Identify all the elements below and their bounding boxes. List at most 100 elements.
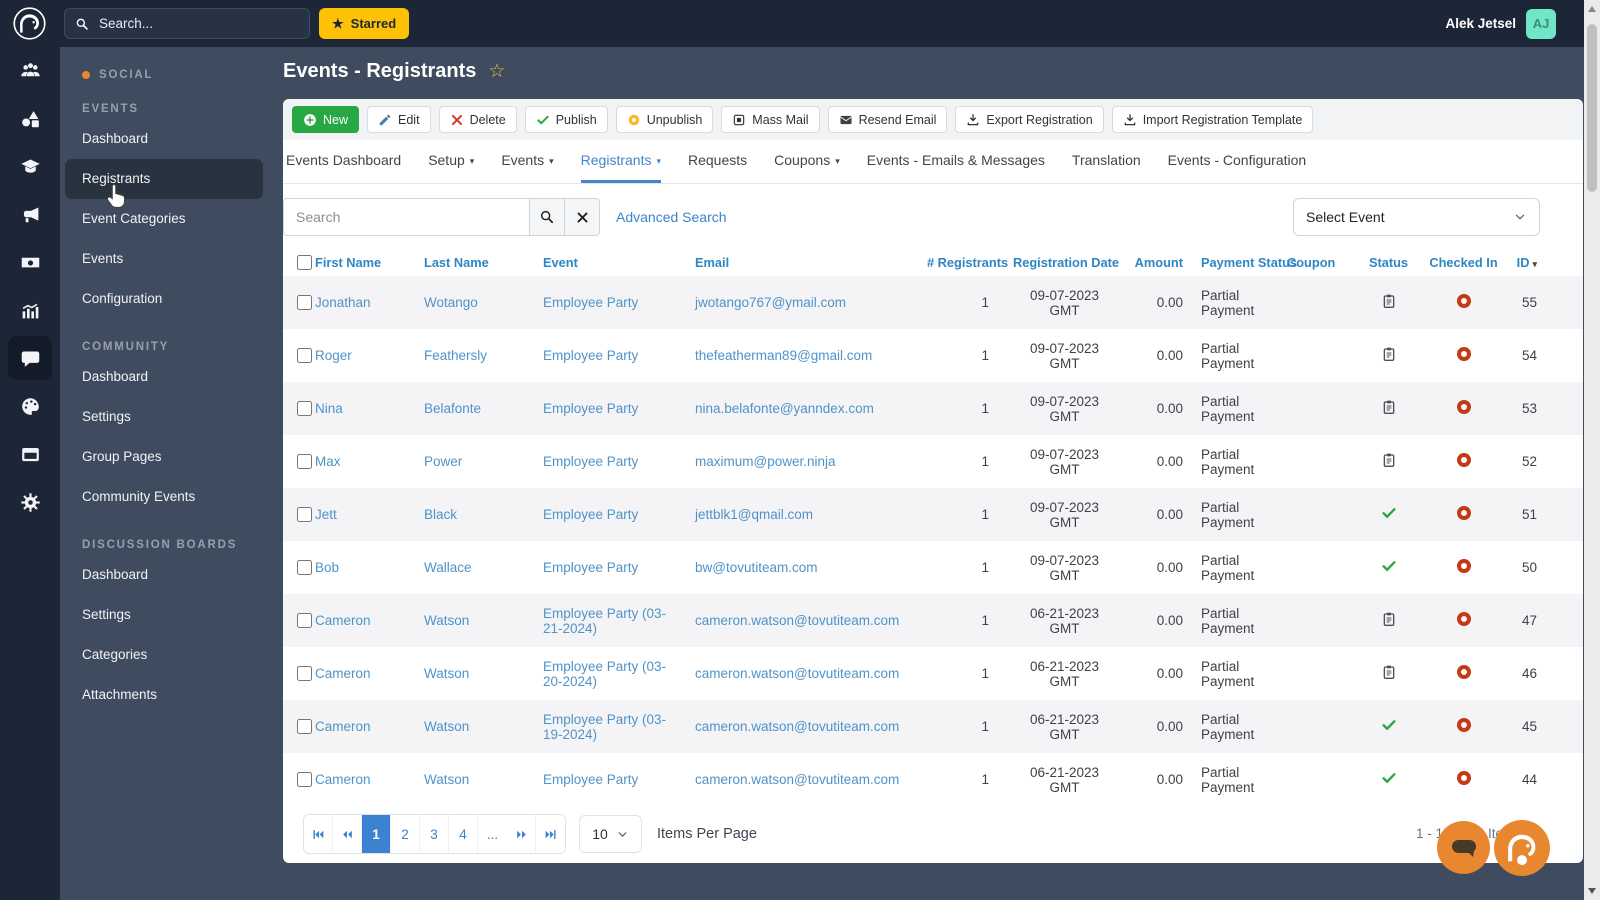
rail-users-icon[interactable] — [8, 48, 52, 92]
sidebar-item[interactable]: Attachments — [65, 675, 263, 715]
page-button[interactable]: 4 — [449, 815, 478, 853]
user-name[interactable]: Alek Jetsel — [1445, 16, 1516, 31]
sidebar-item[interactable]: Group Pages — [65, 437, 263, 477]
edit-button[interactable]: Edit — [367, 106, 431, 133]
rail-gear-icon[interactable] — [8, 480, 52, 524]
select-all-checkbox[interactable] — [297, 254, 312, 270]
rail-window-icon[interactable] — [8, 432, 52, 476]
tab-registrants[interactable]: Registrants ▾ — [580, 140, 661, 183]
tab-events-dashboard[interactable]: Events Dashboard — [286, 140, 401, 183]
cell-first-name[interactable]: Cameron — [315, 647, 424, 700]
table-search-input[interactable] — [283, 198, 530, 236]
row-checkbox[interactable] — [297, 613, 312, 628]
new-button[interactable]: New — [292, 106, 360, 133]
items-per-page-select[interactable]: 10 — [579, 815, 642, 853]
help-fab-button[interactable] — [1494, 820, 1550, 876]
advanced-search-link[interactable]: Advanced Search — [616, 209, 727, 225]
rail-comment-icon[interactable] — [8, 336, 52, 380]
tab-requests[interactable]: Requests — [688, 140, 747, 183]
table-row[interactable]: Cameron Watson Employee Party (03-20-202… — [283, 647, 1583, 700]
rail-analytics-icon[interactable] — [8, 288, 52, 332]
cell-first-name[interactable]: Bob — [315, 541, 424, 594]
sidebar-section-social[interactable]: SOCIAL — [60, 69, 268, 81]
table-row[interactable]: Cameron Watson Employee Party cameron.wa… — [283, 753, 1583, 806]
cell-last-name[interactable]: Watson — [424, 647, 543, 700]
table-row[interactable]: Max Power Employee Party maximum@power.n… — [283, 435, 1583, 488]
cell-email[interactable]: bw@tovutiteam.com — [695, 541, 927, 594]
scroll-up-arrow-icon[interactable] — [1588, 6, 1596, 12]
cell-email[interactable]: maximum@power.ninja — [695, 435, 927, 488]
col-payment-status[interactable]: Payment Status — [1183, 248, 1297, 276]
sidebar-item[interactable]: Categories — [65, 635, 263, 675]
col-event[interactable]: Event — [543, 248, 695, 276]
cell-event[interactable]: Employee Party (03-21-2024) — [543, 594, 695, 647]
row-checkbox[interactable] — [297, 401, 312, 416]
cell-last-name[interactable]: Wotango — [424, 276, 543, 329]
sidebar-item[interactable]: Community Events — [65, 477, 263, 517]
cell-email[interactable]: cameron.watson@tovutiteam.com — [695, 753, 927, 806]
cell-event[interactable]: Employee Party — [543, 276, 695, 329]
cell-email[interactable]: jettblk1@qmail.com — [695, 488, 927, 541]
row-checkbox[interactable] — [297, 560, 312, 575]
tab-events-emails-messages[interactable]: Events - Emails & Messages — [867, 140, 1045, 183]
clear-search-button[interactable] — [565, 198, 600, 236]
cell-last-name[interactable]: Power — [424, 435, 543, 488]
next-page-button[interactable] — [507, 815, 536, 853]
sidebar-item[interactable]: Configuration — [65, 279, 263, 319]
table-row[interactable]: Jett Black Employee Party jettblk1@qmail… — [283, 488, 1583, 541]
cell-event[interactable]: Employee Party (03-20-2024) — [543, 647, 695, 700]
row-checkbox[interactable] — [297, 348, 312, 363]
table-row[interactable]: Jonathan Wotango Employee Party jwotango… — [283, 276, 1583, 329]
scroll-down-arrow-icon[interactable] — [1588, 888, 1596, 894]
table-row[interactable]: Bob Wallace Employee Party bw@tovutiteam… — [283, 541, 1583, 594]
cell-first-name[interactable]: Roger — [315, 329, 424, 382]
sidebar-item[interactable]: Dashboard — [65, 357, 263, 397]
publish-button[interactable]: Publish — [524, 106, 608, 133]
cell-first-name[interactable]: Jett — [315, 488, 424, 541]
select-event-dropdown[interactable]: Select Event — [1293, 198, 1540, 236]
cell-email[interactable]: cameron.watson@tovutiteam.com — [695, 647, 927, 700]
row-checkbox[interactable] — [297, 454, 312, 469]
starred-button[interactable]: ★ Starred — [319, 8, 410, 39]
favorite-star-icon[interactable]: ☆ — [488, 62, 505, 81]
table-row[interactable]: Cameron Watson Employee Party (03-19-202… — [283, 700, 1583, 753]
cell-first-name[interactable]: Max — [315, 435, 424, 488]
table-row[interactable]: Roger Feathersly Employee Party thefeath… — [283, 329, 1583, 382]
cell-event[interactable]: Employee Party — [543, 329, 695, 382]
tovuti-logo-icon[interactable] — [13, 7, 46, 40]
tab-setup[interactable]: Setup ▾ — [428, 140, 474, 183]
scrollbar-thumb[interactable] — [1587, 24, 1597, 192]
unpublish-button[interactable]: Unpublish — [615, 106, 714, 133]
page-button[interactable]: 1 — [362, 815, 391, 853]
col-amount[interactable]: Amount — [1116, 248, 1183, 276]
cell-event[interactable]: Employee Party — [543, 382, 695, 435]
avatar[interactable]: AJ — [1526, 8, 1556, 39]
rail-graduation-cap-icon[interactable] — [8, 144, 52, 188]
cell-last-name[interactable]: Feathersly — [424, 329, 543, 382]
sidebar-item[interactable]: Dashboard — [65, 119, 263, 159]
row-checkbox[interactable] — [297, 772, 312, 787]
sidebar-item[interactable]: Settings — [65, 595, 263, 635]
cell-last-name[interactable]: Watson — [424, 753, 543, 806]
cell-event[interactable]: Employee Party — [543, 435, 695, 488]
cell-first-name[interactable]: Nina — [315, 382, 424, 435]
tab-events-configuration[interactable]: Events - Configuration — [1168, 140, 1307, 183]
page-button[interactable]: 3 — [420, 815, 449, 853]
sidebar-item[interactable]: Settings — [65, 397, 263, 437]
delete-button[interactable]: Delete — [438, 106, 517, 133]
col-id[interactable]: ID ▾ — [1501, 248, 1583, 276]
cell-email[interactable]: cameron.watson@tovutiteam.com — [695, 700, 927, 753]
sidebar-item[interactable]: Event Categories — [65, 199, 263, 239]
cell-event[interactable]: Employee Party (03-19-2024) — [543, 700, 695, 753]
table-row[interactable]: Nina Belafonte Employee Party nina.belaf… — [283, 382, 1583, 435]
mass-mail-button[interactable]: Mass Mail — [721, 106, 820, 133]
first-page-button[interactable] — [304, 815, 333, 853]
cell-email[interactable]: nina.belafonte@yanndex.com — [695, 382, 927, 435]
search-button[interactable] — [530, 198, 565, 236]
tab-coupons[interactable]: Coupons ▾ — [774, 140, 840, 183]
row-checkbox[interactable] — [297, 719, 312, 734]
col-status[interactable]: Status — [1351, 248, 1426, 276]
col-first-name[interactable]: First Name — [315, 248, 424, 276]
table-row[interactable]: Cameron Watson Employee Party (03-21-202… — [283, 594, 1583, 647]
cell-first-name[interactable]: Cameron — [315, 700, 424, 753]
